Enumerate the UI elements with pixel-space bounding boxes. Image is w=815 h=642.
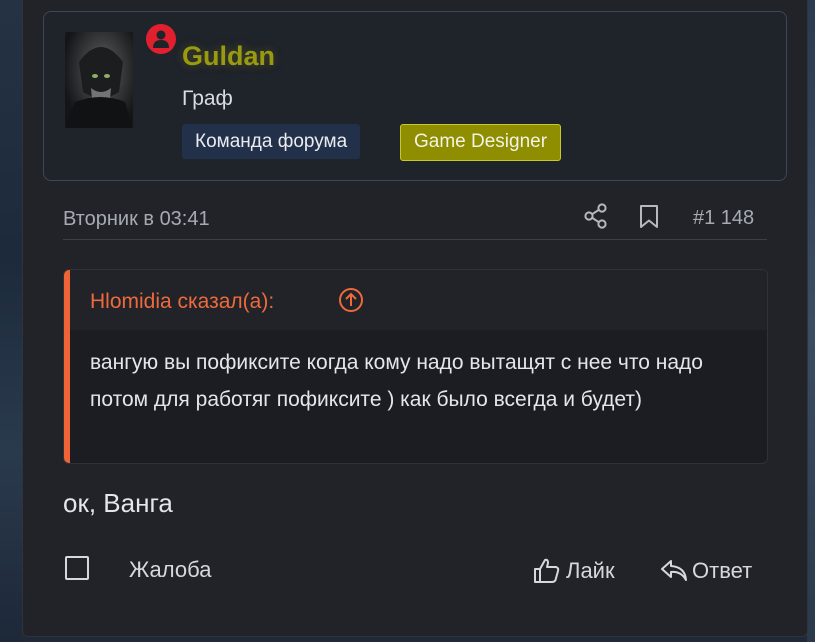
quote-author[interactable]: Hlomidia сказал(а): [90,290,274,314]
reply-icon [661,560,687,581]
quote-block: Hlomidia сказал(а): вангую вы пофиксите … [63,269,768,464]
quote-jump-icon[interactable] [338,287,364,313]
page-background-left [0,0,22,642]
share-icon[interactable] [583,203,609,229]
select-post-checkbox[interactable] [65,556,89,580]
post-message: ок, Ванга [63,488,173,518]
post-date[interactable]: Вторник в 03:41 [63,208,210,231]
username[interactable]: Guldan [182,41,275,72]
online-status-badge [146,24,176,54]
user-card: Guldan Граф Команда форума Game Designer [43,11,787,181]
forum-post: Guldan Граф Команда форума Game Designer… [22,0,808,637]
user-title: Граф [182,87,233,110]
badge-forum-team: Команда форума [182,124,361,159]
post-number-link[interactable]: #1 148 [693,207,754,230]
bookmark-icon[interactable] [639,204,659,230]
report-link[interactable]: Жалоба [129,557,211,583]
page-background-right [807,0,815,642]
meta-divider [63,239,767,240]
user-avatar[interactable] [65,32,133,128]
like-label: Лайк [566,558,615,583]
user-status-icon [153,30,169,48]
badge-game-designer: Game Designer [400,124,562,161]
thumbs-up-icon [534,558,560,583]
quote-header: Hlomidia сказал(а): [70,270,767,330]
quote-text: вангую вы пофиксите когда кому надо выта… [90,351,703,411]
reply-label: Ответ [692,558,753,583]
